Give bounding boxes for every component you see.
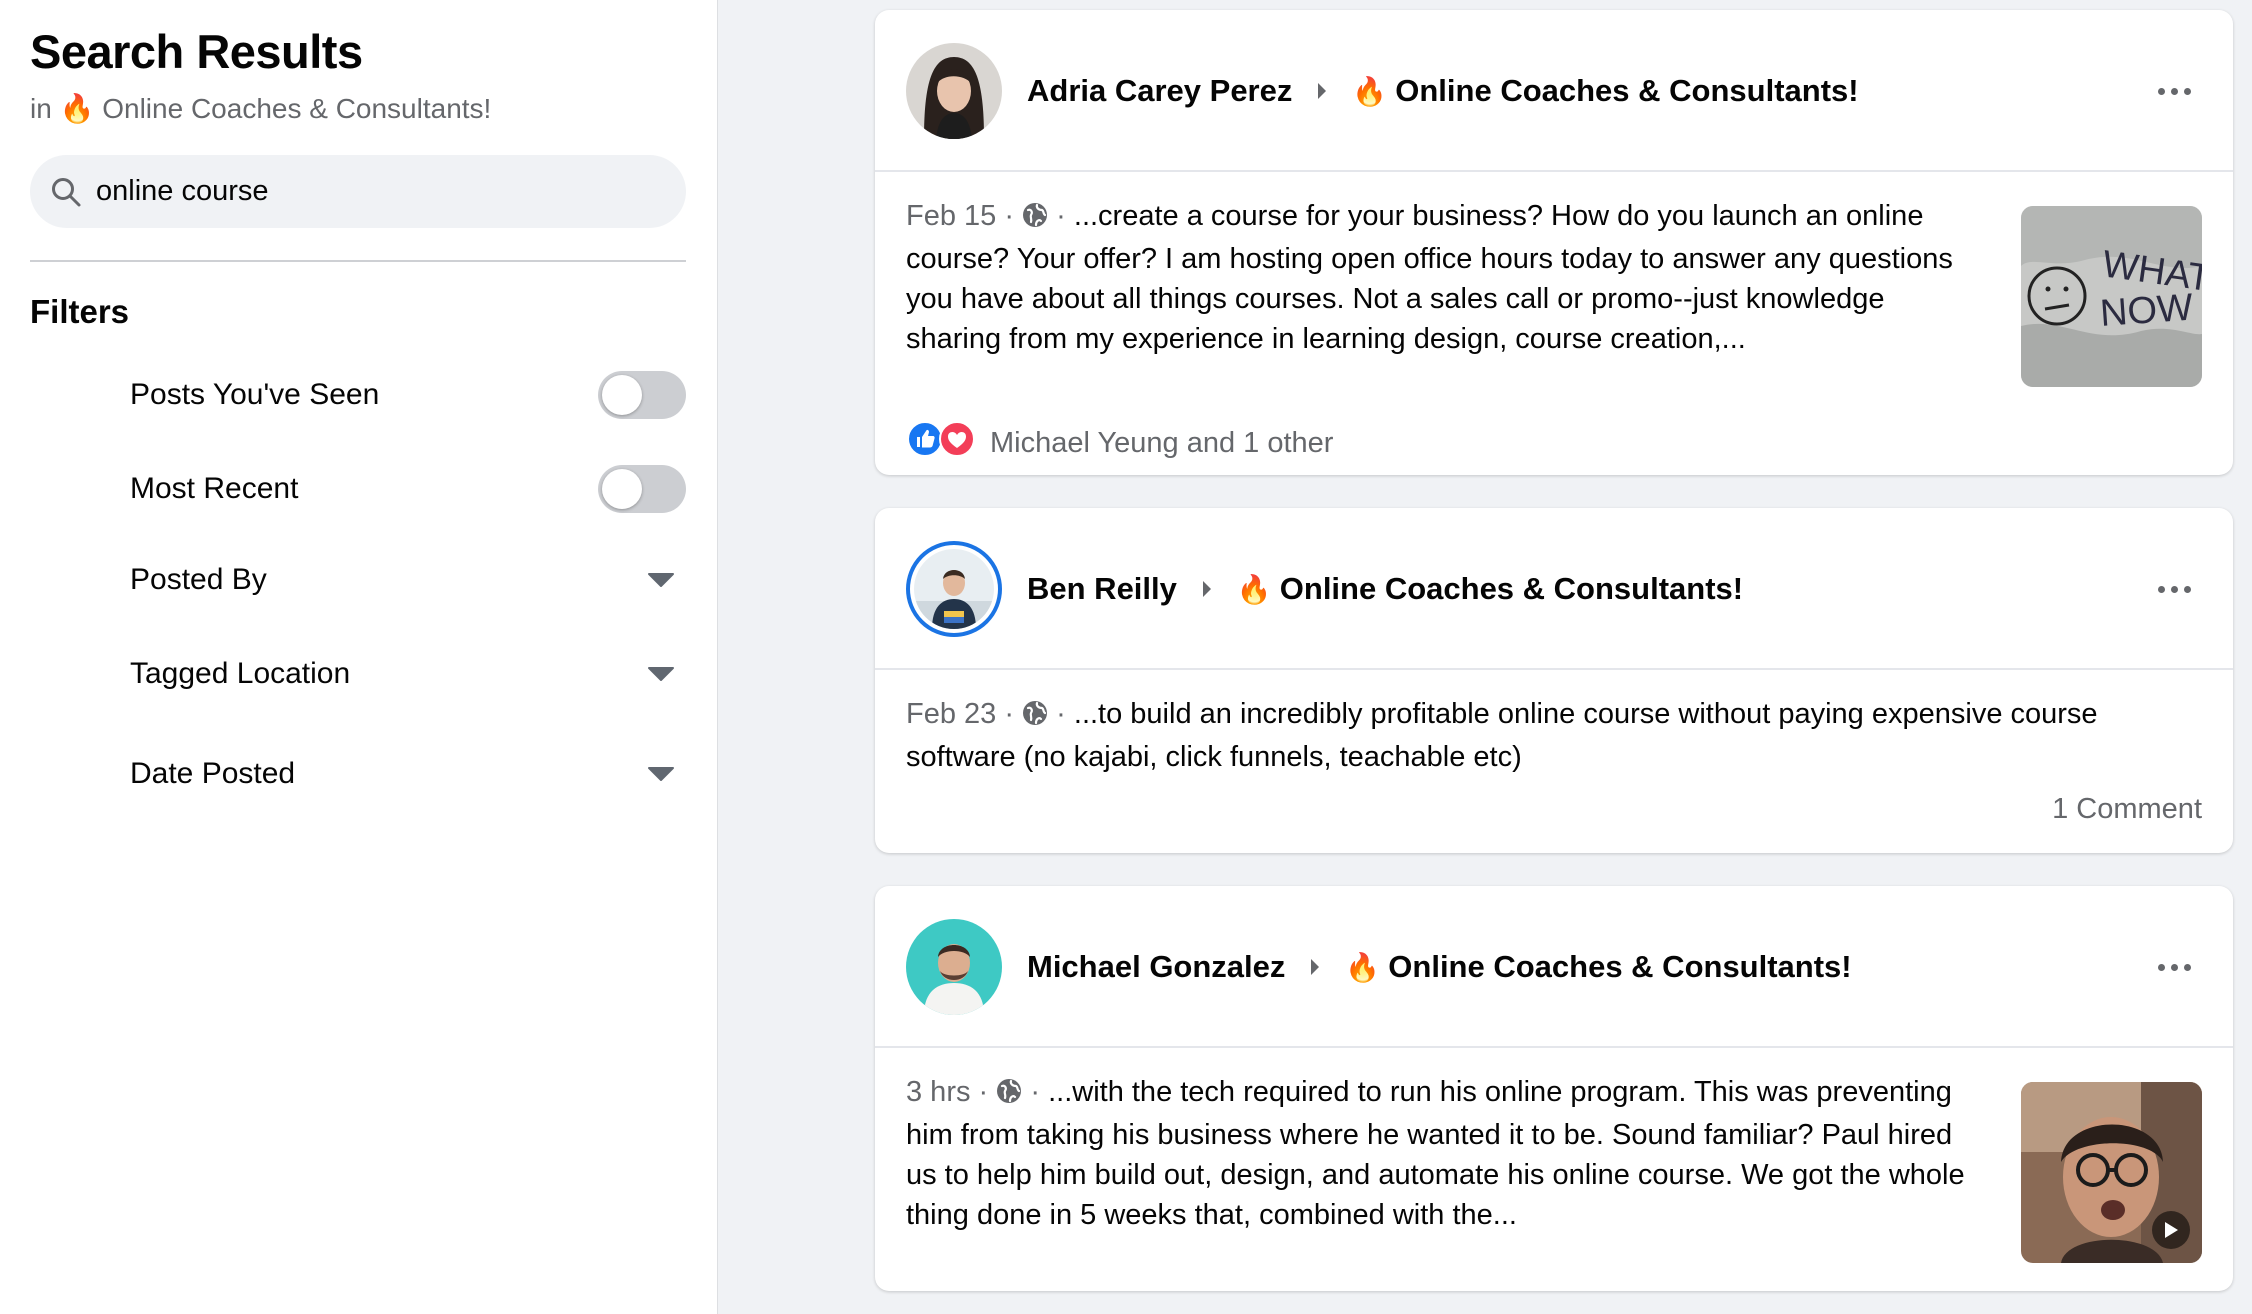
post-snippet[interactable]: 3 hrs · · ...with the tech required to r… <box>906 1072 1976 1235</box>
svg-text:NOW: NOW <box>2099 287 2195 335</box>
video-thumbnail[interactable] <box>2021 1082 2202 1263</box>
post-card: Adria Carey Perez 🔥 Online Coaches & Con… <box>875 10 2233 475</box>
reaction-summary[interactable]: Michael Yeung and 1 other <box>990 427 1333 460</box>
avatar[interactable] <box>906 919 1002 1015</box>
filter-most-recent[interactable]: Most Recent <box>130 459 686 519</box>
post-date[interactable]: 3 hrs <box>906 1076 970 1108</box>
filter-label: Date Posted <box>130 757 296 790</box>
caret-down-icon[interactable] <box>636 754 686 794</box>
caret-right-icon <box>1316 81 1328 101</box>
post-date[interactable]: Feb 15 <box>906 200 996 232</box>
divider <box>30 260 686 262</box>
group-link[interactable]: Online Coaches & Consultants! <box>102 93 491 124</box>
author-line: Ben Reilly 🔥 Online Coaches & Consultant… <box>1027 508 1743 670</box>
more-options-button[interactable] <box>2149 66 2199 116</box>
post-body: Feb 23 · · ...to build an incredibly pro… <box>875 670 2233 777</box>
separator: · <box>1030 1076 1041 1108</box>
filter-date-posted[interactable]: Date Posted <box>130 744 686 804</box>
filter-label: Tagged Location <box>130 657 351 690</box>
search-box[interactable] <box>30 155 686 228</box>
more-options-button[interactable] <box>2149 564 2199 614</box>
globe-icon <box>1022 697 1048 737</box>
filter-posts-youve-seen[interactable]: Posts You've Seen <box>130 365 686 425</box>
page-title: Search Results <box>30 25 363 78</box>
caret-down-icon[interactable] <box>636 560 686 600</box>
posts-seen-toggle[interactable] <box>598 371 686 419</box>
separator: · <box>978 1076 989 1108</box>
group-link[interactable]: Online Coaches & Consultants! <box>1395 73 1858 109</box>
caret-down-icon[interactable] <box>636 654 686 694</box>
author-line: Michael Gonzalez 🔥 Online Coaches & Cons… <box>1027 886 1852 1048</box>
post-text: ...to build an incredibly profitable onl… <box>906 698 2098 773</box>
post-snippet[interactable]: Feb 23 · · ...to build an incredibly pro… <box>906 694 2206 777</box>
reactions-bar[interactable]: Michael Yeung and 1 other <box>906 420 1333 466</box>
post-date[interactable]: Feb 23 <box>906 698 996 730</box>
post-header: Ben Reilly 🔥 Online Coaches & Consultant… <box>875 508 2233 670</box>
caret-right-icon <box>1309 957 1321 977</box>
toggle-knob <box>602 469 642 509</box>
scope-prefix: in <box>30 93 52 124</box>
author-name[interactable]: Michael Gonzalez <box>1027 949 1285 985</box>
separator: · <box>1056 698 1066 730</box>
most-recent-toggle[interactable] <box>598 465 686 513</box>
reaction-icons <box>906 420 976 466</box>
post-body: 3 hrs · · ...with the tech required to r… <box>875 1048 2233 1263</box>
fire-icon: 🔥 <box>59 93 95 124</box>
search-scope: in 🔥 Online Coaches & Consultants! <box>30 92 491 125</box>
post-card: Ben Reilly 🔥 Online Coaches & Consultant… <box>875 508 2233 853</box>
toggle-knob <box>602 375 642 415</box>
filter-tagged-location[interactable]: Tagged Location <box>130 644 686 704</box>
comment-count[interactable]: 1 Comment <box>2052 793 2202 826</box>
play-icon[interactable] <box>2152 1211 2190 1249</box>
search-sidebar: Search Results in 🔥 Online Coaches & Con… <box>0 0 718 1314</box>
globe-icon <box>1022 199 1048 239</box>
filter-posted-by[interactable]: Posted By <box>130 550 686 610</box>
post-header: Adria Carey Perez 🔥 Online Coaches & Con… <box>875 10 2233 172</box>
post-snippet[interactable]: Feb 15 · · ...create a course for your b… <box>906 196 1976 359</box>
avatar[interactable] <box>906 541 1002 637</box>
filter-label: Most Recent <box>130 472 299 505</box>
fire-icon: 🔥 <box>1345 951 1381 983</box>
filters-heading: Filters <box>30 293 130 330</box>
search-icon <box>50 175 84 209</box>
separator: · <box>1056 200 1066 232</box>
author-name[interactable]: Ben Reilly <box>1027 571 1177 607</box>
author-name[interactable]: Adria Carey Perez <box>1027 73 1292 109</box>
separator: · <box>1004 200 1015 232</box>
post-card: Michael Gonzalez 🔥 Online Coaches & Cons… <box>875 886 2233 1291</box>
globe-icon <box>996 1075 1022 1115</box>
post-header: Michael Gonzalez 🔥 Online Coaches & Cons… <box>875 886 2233 1048</box>
author-line: Adria Carey Perez 🔥 Online Coaches & Con… <box>1027 10 1859 172</box>
fire-icon: 🔥 <box>1352 75 1388 107</box>
fire-icon: 🔥 <box>1236 573 1272 605</box>
post-thumbnail[interactable]: WHAT NOW <box>2021 206 2202 387</box>
avatar[interactable] <box>906 43 1002 139</box>
filter-label: Posted By <box>130 563 267 596</box>
search-input[interactable] <box>96 175 656 208</box>
love-icon <box>938 420 976 466</box>
group-link[interactable]: Online Coaches & Consultants! <box>1388 949 1851 985</box>
post-text: ...with the tech required to run his onl… <box>906 1076 1965 1231</box>
more-options-button[interactable] <box>2149 942 2199 992</box>
group-link[interactable]: Online Coaches & Consultants! <box>1280 571 1743 607</box>
caret-right-icon <box>1201 579 1213 599</box>
filter-label: Posts You've Seen <box>130 378 380 411</box>
separator: · <box>1004 698 1015 730</box>
post-body: Feb 15 · · ...create a course for your b… <box>875 172 2233 387</box>
